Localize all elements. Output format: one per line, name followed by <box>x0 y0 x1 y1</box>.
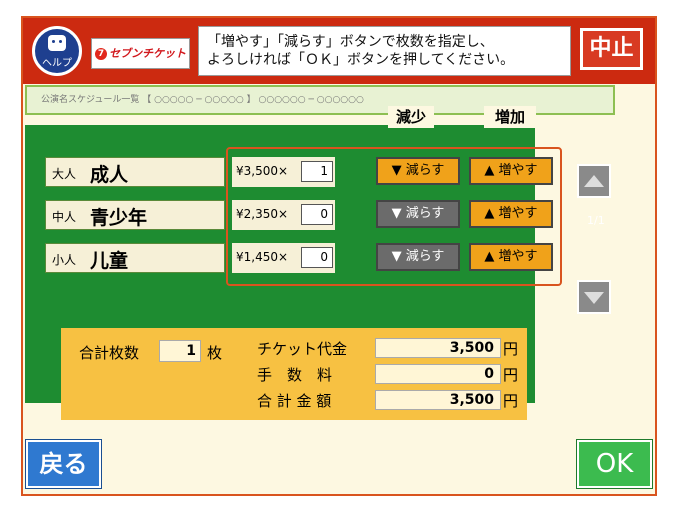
ok-button[interactable]: OK <box>576 439 653 489</box>
help-face-icon <box>48 35 66 51</box>
increase-button-adult[interactable]: ▲ 増やす <box>469 157 553 185</box>
header-bar: ヘルプ 7 セブンチケット 「増やす」「減らす」ボタンで枚数を指定し、 よろしけれ… <box>23 18 655 84</box>
increase-column-header: 増加 <box>484 106 536 128</box>
arrow-up-icon <box>584 175 604 187</box>
ticket-type-row: 中人 青少年 <box>45 200 225 230</box>
stop-button[interactable]: 中止 <box>580 28 643 70</box>
seven-ticket-logo: 7 セブンチケット <box>91 38 190 69</box>
count-unit: 枚 <box>207 344 223 362</box>
arrow-down-icon <box>584 292 604 304</box>
instructions-box: 「増やす」「減らす」ボタンで枚数を指定し、 よろしければ「ＯＫ」ボタンを押してく… <box>198 26 571 76</box>
help-label: ヘルプ <box>42 58 72 69</box>
ticket-type-small: 中人 <box>52 210 77 224</box>
total-amount-value: 3,500 <box>375 390 501 410</box>
ticket-type-small: 大人 <box>52 167 77 181</box>
ticket-type-row: 大人 成人 <box>45 157 225 187</box>
handling-fee-label: 手 数 料 <box>257 366 333 384</box>
yen-unit: 円 <box>503 366 519 384</box>
help-button[interactable]: ヘルプ <box>32 26 82 76</box>
ticket-fee-label: チケット代金 <box>257 340 348 358</box>
scroll-up-button[interactable] <box>577 164 611 198</box>
total-count-label: 合計枚数 <box>79 344 140 362</box>
instructions-line-1: 「増やす」「減らす」ボタンで枚数を指定し、 <box>207 34 494 50</box>
ticket-type-small: 小人 <box>52 253 77 267</box>
yen-unit: 円 <box>503 392 519 410</box>
seven-logo-icon: 7 <box>95 48 107 60</box>
total-amount-label: 合 計 金 額 <box>257 392 332 410</box>
increase-button-child[interactable]: ▲ 増やす <box>469 243 553 271</box>
yen-unit: 円 <box>503 340 519 358</box>
decrease-column-header: 減少 <box>388 106 434 128</box>
ticket-type-row: 小人 儿童 <box>45 243 225 273</box>
instructions-line-2: よろしければ「ＯＫ」ボタンを押してください。 <box>207 52 515 68</box>
logo-text: セブンチケット <box>109 47 186 60</box>
ticket-type-big: 儿童 <box>90 250 129 272</box>
summary-panel: 合計枚数 1 枚 チケット代金 3,500 円 手 数 料 0 円 合 計 金 … <box>61 328 527 420</box>
scroll-down-button[interactable] <box>577 280 611 314</box>
increase-button-youth[interactable]: ▲ 増やす <box>469 200 553 228</box>
ticket-type-list: 大人 成人 中人 青少年 小人 儿童 <box>45 143 225 279</box>
page-indicator: 1/1 <box>587 214 605 227</box>
handling-fee-value: 0 <box>375 364 501 384</box>
back-button[interactable]: 戻る <box>25 439 102 489</box>
ticket-type-big: 成人 <box>90 164 129 186</box>
total-count-value: 1 <box>159 340 201 362</box>
ticket-type-big: 青少年 <box>90 207 148 229</box>
ticket-fee-value: 3,500 <box>375 338 501 358</box>
decrease-button-youth[interactable]: ▼ 減らす <box>376 200 460 228</box>
decrease-button-child[interactable]: ▼ 減らす <box>376 243 460 271</box>
decrease-button-adult[interactable]: ▼ 減らす <box>376 157 460 185</box>
